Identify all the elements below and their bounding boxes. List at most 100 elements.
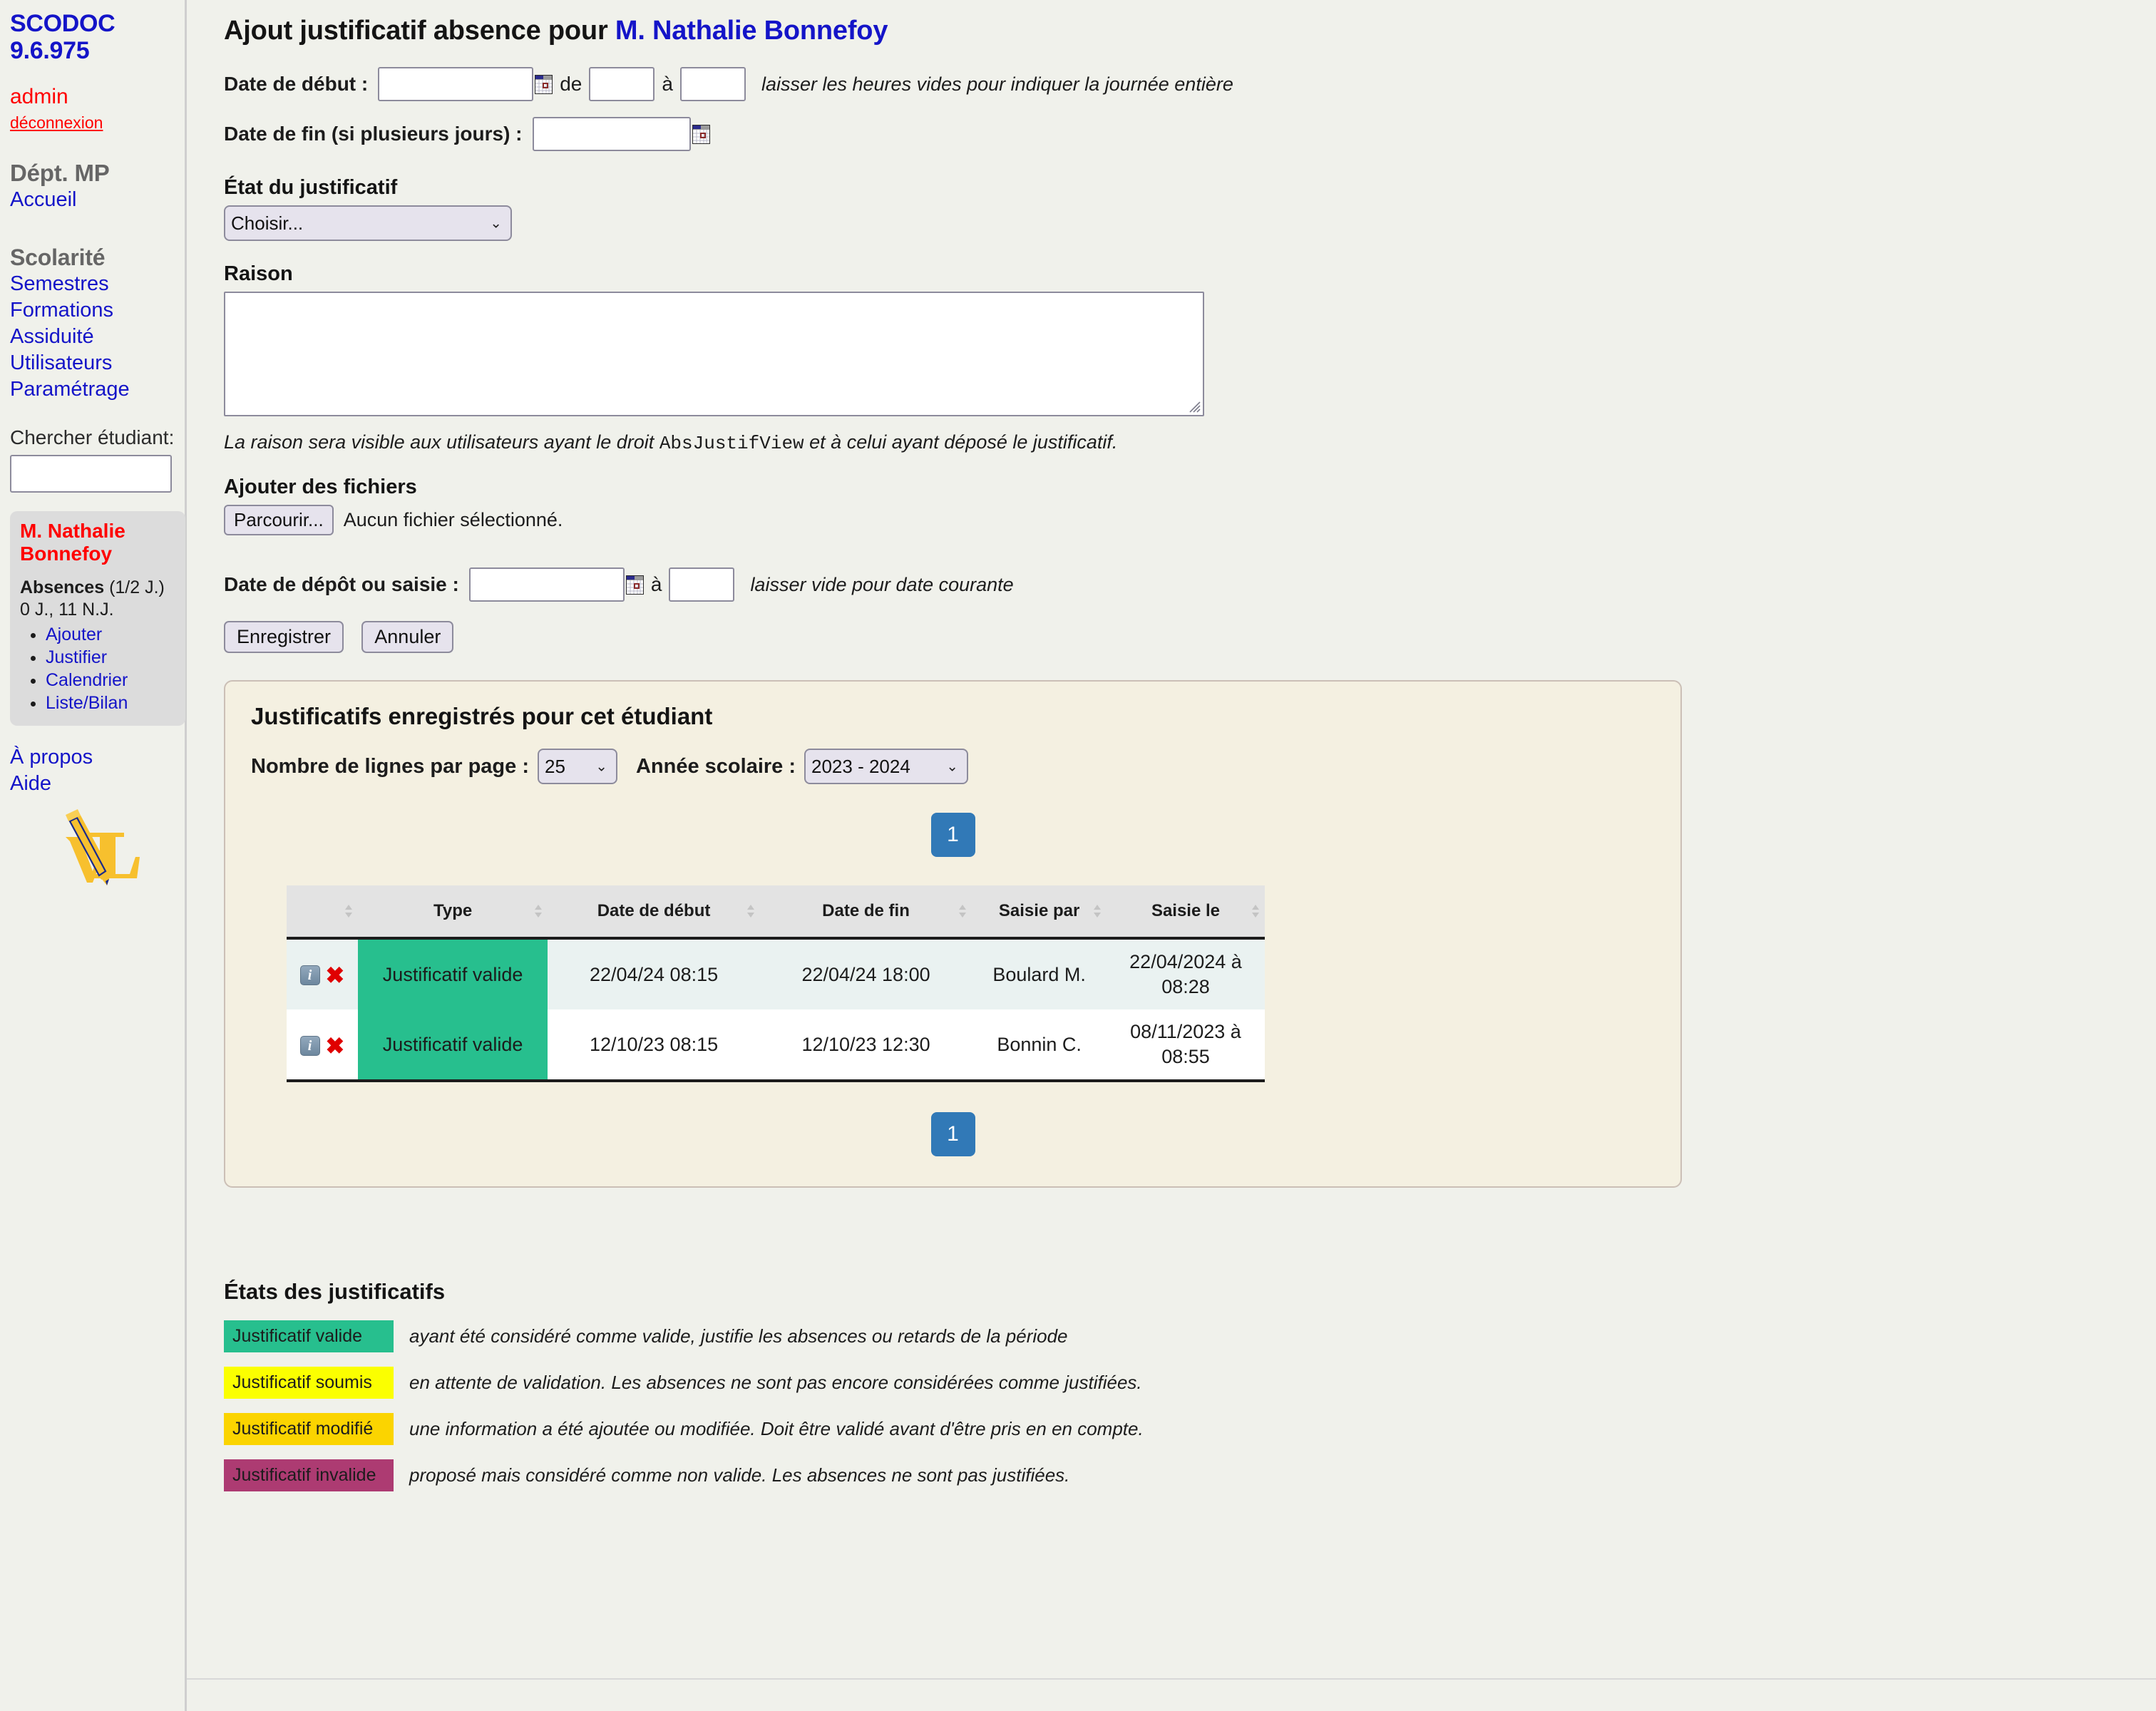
table-header-row: Type Date de début Date de fin Saisie pa…	[287, 885, 1265, 938]
page-button-1[interactable]: 1	[930, 1112, 975, 1157]
cell-saisie-le: 08/11/2023 à 08:55	[1106, 1009, 1265, 1081]
fichiers-label: Ajouter des fichiers	[224, 476, 417, 498]
absence-link-justifier[interactable]: Justifier	[46, 647, 107, 667]
absence-link-liste-bilan[interactable]: Liste/Bilan	[46, 693, 128, 713]
column-saisie-le[interactable]: Saisie le	[1106, 885, 1265, 938]
column-date-debut[interactable]: Date de début	[548, 885, 760, 938]
column-saisie-le-label: Saisie le	[1151, 901, 1221, 920]
search-input[interactable]	[10, 455, 172, 493]
page-title-student[interactable]: M. Nathalie Bonnefoy	[615, 16, 888, 46]
delete-icon[interactable]: ✖	[326, 1034, 345, 1057]
column-saisie-par[interactable]: Saisie par	[972, 885, 1107, 938]
legend-row: Justificatif modifié une information a é…	[224, 1413, 2156, 1446]
absence-link-calendrier[interactable]: Calendrier	[46, 670, 128, 690]
date-debut-input[interactable]	[378, 67, 534, 101]
cell-date-fin: 12/10/23 12:30	[759, 1009, 972, 1081]
delete-icon[interactable]: ✖	[326, 964, 345, 987]
date-fin-label: Date de fin (si plusieurs jours) :	[224, 123, 523, 145]
cell-type: Justificatif valide	[357, 938, 548, 1010]
panel-controls: Nombre de lignes par page : 25 ⌄ Année s…	[251, 749, 1655, 784]
search-label: Chercher étudiant:	[10, 426, 175, 449]
list-item: Liste/Bilan	[46, 692, 175, 714]
sort-arrow-icon[interactable]	[533, 902, 543, 920]
legend-title: États des justificatifs	[224, 1279, 446, 1305]
sidebar-item-accueil[interactable]: Accueil	[10, 187, 185, 213]
pagination-top: 1	[251, 813, 1655, 857]
sort-arrow-icon[interactable]	[1251, 902, 1261, 920]
student-card: M. Nathalie Bonnefoy Absences (1/2 J.) 0…	[10, 511, 185, 726]
brand-logo[interactable]: SCODOC 9.6.975	[10, 10, 185, 64]
a-label: à	[662, 73, 673, 95]
page-title: Ajout justificatif absence pour M. Natha…	[224, 16, 2156, 46]
save-button[interactable]: Enregistrer	[224, 621, 344, 653]
row-actions: i ✖	[287, 1009, 358, 1081]
calendar-icon[interactable]	[692, 124, 710, 144]
heure-fin-input[interactable]	[679, 67, 746, 101]
page-button-1[interactable]: 1	[930, 813, 975, 857]
heure-debut-input[interactable]	[589, 67, 655, 101]
legend-desc-invalide: proposé mais considéré comme non valide.…	[409, 1464, 1070, 1486]
date-depot-input[interactable]	[468, 567, 625, 602]
legend-chip-soumis: Justificatif soumis	[224, 1367, 394, 1399]
column-date-fin[interactable]: Date de fin	[759, 885, 972, 938]
sidebar-item-formations[interactable]: Formations	[10, 297, 185, 324]
sort-arrow-icon[interactable]	[746, 902, 756, 920]
panel-title: Justificatifs enregistrés pour cet étudi…	[251, 703, 713, 729]
legend-desc-soumis: en attente de validation. Les absences n…	[409, 1372, 1142, 1394]
annee-scolaire-select[interactable]: 2023 - 2024	[804, 749, 969, 784]
no-file-text: Aucun fichier sélectionné.	[343, 509, 563, 530]
sidebar-item-assiduite[interactable]: Assiduité	[10, 324, 185, 350]
calendar-icon[interactable]	[535, 74, 553, 94]
absence-link-ajouter[interactable]: Ajouter	[46, 625, 102, 644]
legend-row: Justificatif valide ayant été considéré …	[224, 1320, 2156, 1353]
table-body: i ✖ Justificatif valide 22/04/24 08:15 22…	[287, 938, 1265, 1081]
sidebar-item-parametrage[interactable]: Paramétrage	[10, 376, 185, 403]
calendar-icon[interactable]	[625, 575, 644, 595]
raison-textarea[interactable]	[224, 292, 1204, 416]
absences-unit: (1/2 J.)	[109, 577, 165, 598]
etat-label: État du justificatif	[224, 176, 398, 199]
main-content: Ajout justificatif absence pour M. Natha…	[187, 0, 2156, 1711]
column-type[interactable]: Type	[357, 885, 548, 938]
scodoc-pencil-logo-icon	[46, 806, 185, 896]
sort-arrow-icon[interactable]	[344, 902, 354, 920]
page-title-prefix: Ajout justificatif absence pour	[224, 16, 615, 46]
logout-link[interactable]: déconnexion	[10, 113, 185, 133]
etat-select[interactable]: Choisir...	[224, 205, 512, 241]
file-input-row: Parcourir... Aucun fichier sélectionné.	[224, 505, 2156, 535]
brand-version: 9.6.975	[10, 37, 90, 65]
app-root: SCODOC 9.6.975 admin déconnexion Dépt. MP…	[0, 0, 2156, 1711]
etat-select-wrap: Choisir... ⌄	[224, 205, 512, 241]
legend-desc-valide: ayant été considéré comme valide, justif…	[409, 1325, 1068, 1347]
sidebar-item-utilisateurs[interactable]: Utilisateurs	[10, 350, 185, 376]
sidebar-bottom-links: À propos Aide	[10, 744, 185, 797]
date-fin-input[interactable]	[532, 117, 691, 151]
lignes-select-wrap: 25 ⌄	[537, 749, 617, 784]
pagination-bottom: 1	[251, 1112, 1655, 1157]
brand-name: SCODOC	[10, 10, 115, 37]
table-row: i ✖ Justificatif valide 22/04/24 08:15 22…	[287, 938, 1265, 1010]
column-date-debut-label: Date de début	[597, 901, 711, 920]
legend-section: États des justificatifs Justificatif val…	[224, 1279, 2156, 1492]
raison-wrap	[224, 292, 1204, 416]
footer-divider	[187, 1678, 2156, 1680]
student-name[interactable]: M. Nathalie Bonnefoy	[20, 520, 175, 565]
legend-row: Justificatif invalide proposé mais consi…	[224, 1459, 2156, 1492]
sidebar-item-a-propos[interactable]: À propos	[10, 744, 185, 771]
browse-button[interactable]: Parcourir...	[224, 505, 334, 535]
sort-arrow-icon[interactable]	[958, 902, 967, 920]
raison-label: Raison	[224, 262, 293, 285]
sort-arrow-icon[interactable]	[1092, 902, 1102, 920]
sidebar-item-semestres[interactable]: Semestres	[10, 271, 185, 297]
heure-depot-input[interactable]	[669, 567, 735, 602]
legend-chip-valide: Justificatif valide	[224, 1320, 394, 1353]
info-icon[interactable]: i	[299, 1035, 320, 1056]
table-head: Type Date de début Date de fin Saisie pa…	[287, 885, 1265, 938]
lignes-par-page-select[interactable]: 25	[537, 749, 617, 784]
info-icon[interactable]: i	[299, 965, 320, 986]
cell-saisie-par: Bonnin C.	[972, 1009, 1107, 1081]
sidebar-item-aide[interactable]: Aide	[10, 771, 185, 797]
legend-row: Justificatif soumis en attente de valida…	[224, 1367, 2156, 1399]
cancel-button[interactable]: Annuler	[361, 621, 454, 653]
annee-select-wrap: 2023 - 2024 ⌄	[804, 749, 969, 784]
